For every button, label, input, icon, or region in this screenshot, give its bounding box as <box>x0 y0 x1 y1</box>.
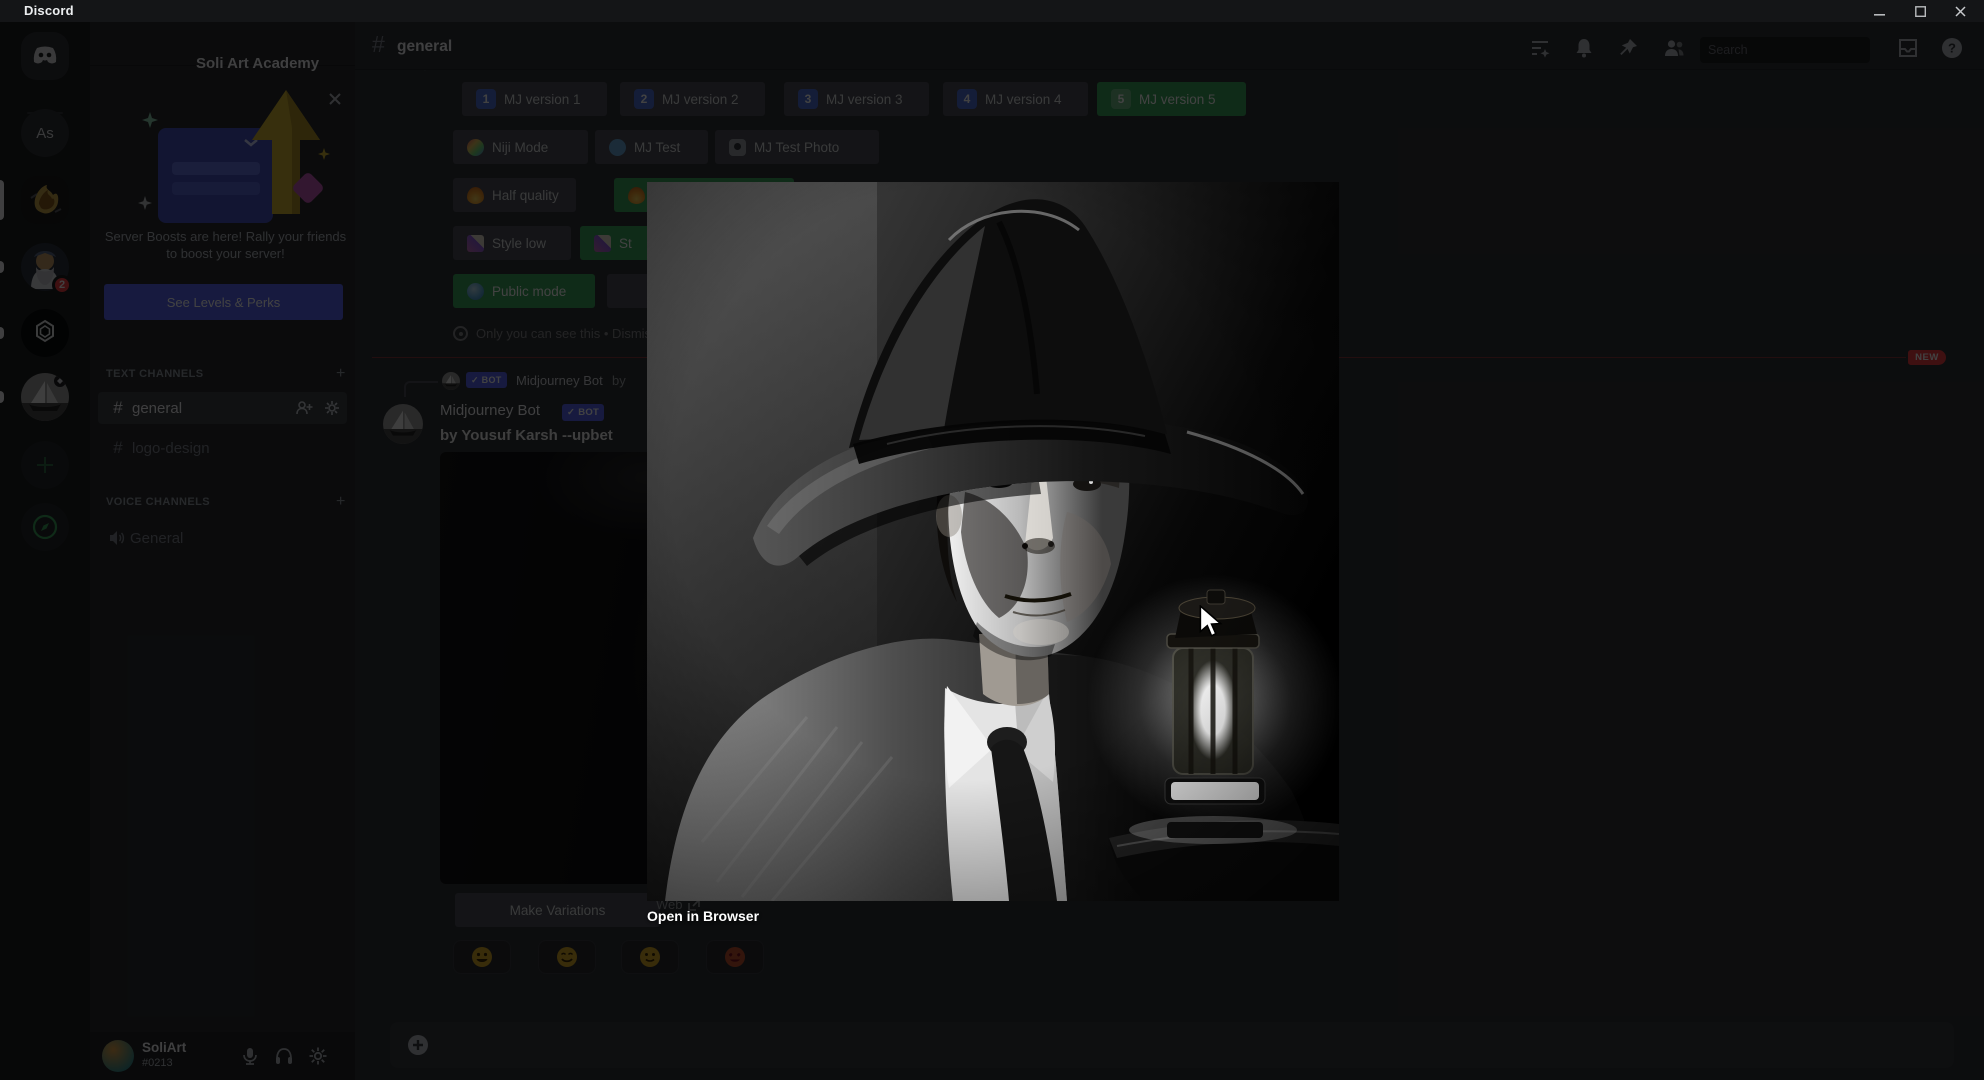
mouse-cursor <box>1198 605 1224 639</box>
app-title: Discord <box>24 3 74 18</box>
maximize-button[interactable] <box>1915 6 1927 17</box>
open-in-browser-link[interactable]: Open in Browser <box>647 908 759 924</box>
minimize-button[interactable] <box>1874 6 1886 16</box>
close-window-button[interactable] <box>1955 6 1967 17</box>
lightbox-portrait-image[interactable] <box>647 182 1339 901</box>
window-titlebar: Discord <box>0 0 1984 22</box>
discord-app-window: Discord As 2 <box>0 0 1984 1080</box>
